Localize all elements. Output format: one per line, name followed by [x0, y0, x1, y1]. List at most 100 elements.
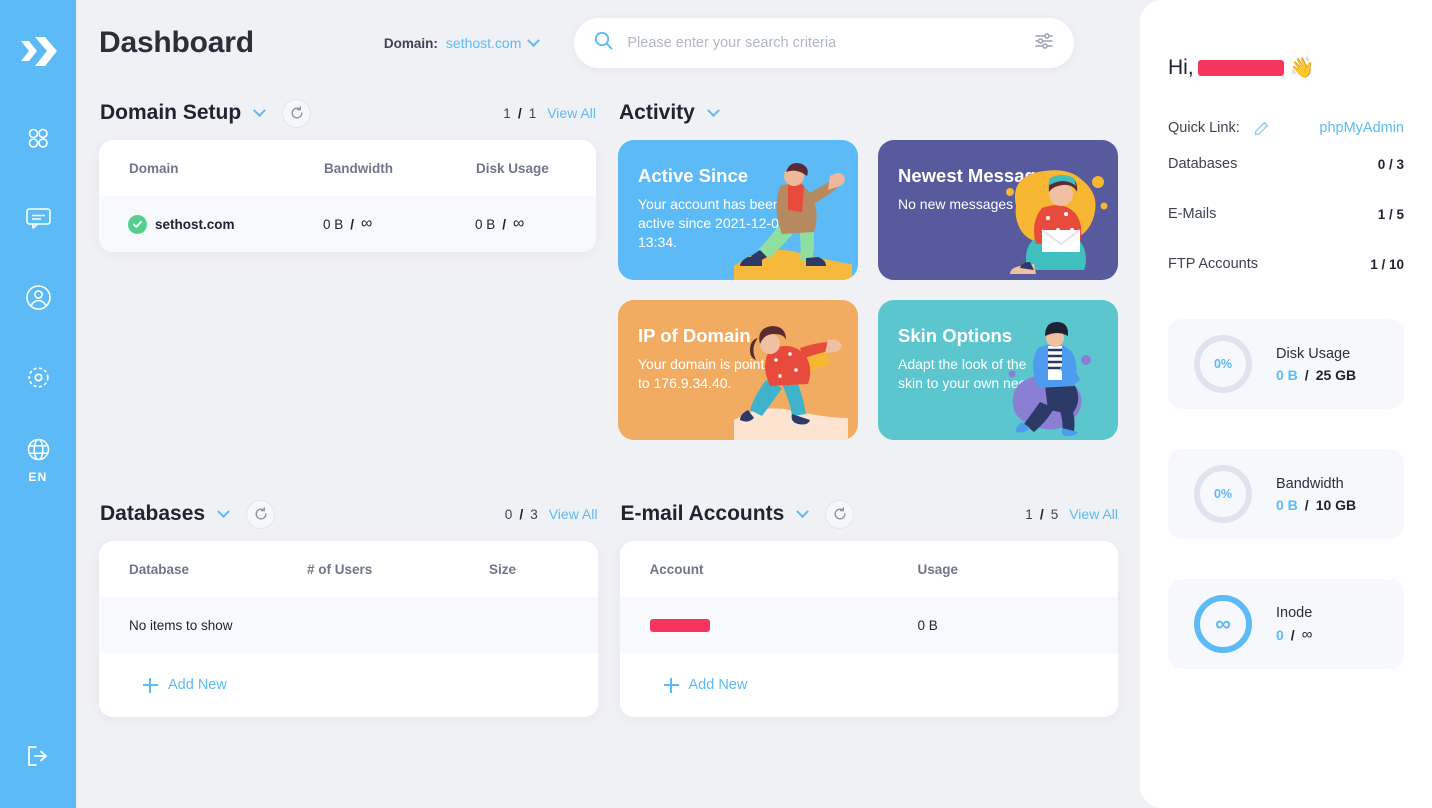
email-accounts-view-all[interactable]: View All [1069, 506, 1118, 522]
sliders-icon[interactable] [1034, 31, 1054, 56]
plus-icon [663, 677, 679, 693]
column-header-users: # of Users [307, 561, 373, 577]
ring-percent: 0% [1213, 487, 1233, 501]
databases-header: Databases 0 / 3 View All [99, 487, 598, 541]
chevron-down-icon[interactable] [253, 103, 267, 117]
bandwidth-total: ∞ [361, 215, 373, 232]
domain-setup-section: Domain Setup 1 / 1 View All Domain Bandw… [99, 86, 596, 440]
domain-setup-table: Domain Bandwidth Disk Usage sethost.com [99, 140, 596, 252]
grid-apps-icon [25, 125, 51, 156]
disk-total: ∞ [513, 215, 525, 232]
counter-current: 0 [504, 506, 513, 522]
row-disk-usage: 0 B / ∞ [475, 216, 524, 232]
counter-total: 5 [1050, 506, 1059, 522]
stat-row-emails: E-Mails 1 / 5 [1168, 189, 1404, 239]
refresh-icon[interactable] [825, 499, 855, 529]
domain-value[interactable]: sethost.com [446, 35, 521, 51]
column-header-domain: Domain [129, 160, 179, 176]
email-accounts-section: E-mail Accounts 1 / 5 View All Account U… [619, 487, 1119, 717]
search-icon [594, 31, 613, 55]
disk-separator: / [502, 216, 507, 232]
sidebar-item-language[interactable]: EN [13, 438, 63, 484]
row-usage: 0 B [917, 617, 938, 633]
chevron-down-icon[interactable] [527, 33, 541, 47]
table-header-row: Account Usage [620, 541, 1119, 597]
refresh-icon[interactable] [282, 98, 312, 128]
sidebar-item-settings[interactable] [13, 358, 63, 402]
activity-header: Activity [618, 86, 1118, 140]
refresh-icon[interactable] [246, 499, 276, 529]
usage-text-group: Disk Usage 0 B / 25 GB [1276, 346, 1356, 383]
usage-card-disk-usage[interactable]: 0% Disk Usage 0 B / 25 GB [1168, 319, 1404, 409]
bandwidth-separator: / [350, 216, 355, 232]
activity-card-active-since[interactable]: Active Since Your account has been activ… [618, 140, 858, 280]
runner-illustration [734, 163, 852, 280]
logout-icon [25, 744, 51, 773]
domain-label: Domain: [383, 35, 438, 51]
activity-card-skin-options[interactable]: Skin Options Adapt the look of the skin … [878, 300, 1118, 440]
column-header-size: Size [489, 561, 517, 577]
sidebar-item-logout[interactable] [13, 736, 63, 780]
activity-card-newest-message[interactable]: Newest Message No new messages [878, 140, 1118, 280]
usage-card-inode[interactable]: ∞ Inode 0 / ∞ [1168, 579, 1404, 669]
counter-separator: / [1039, 506, 1044, 522]
activity-cards: Active Since Your account has been activ… [618, 140, 1118, 440]
chevron-down-icon[interactable] [796, 504, 810, 518]
chevron-down-icon[interactable] [217, 504, 230, 518]
quick-link-label: Quick Link: [1168, 120, 1240, 136]
counter-total: 3 [530, 506, 538, 522]
databases-table: Database # of Users Size No items to sho… [99, 541, 598, 717]
usage-card-bandwidth[interactable]: 0% Bandwidth 0 B / 10 GB [1168, 449, 1404, 539]
search-input[interactable] [627, 35, 1035, 51]
stat-value: 0 / 3 [1377, 156, 1404, 172]
databases-view-all[interactable]: View All [549, 506, 598, 522]
check-circle-icon [128, 214, 147, 234]
usage-total: 25 GB [1315, 366, 1357, 383]
sidebar-item-messages[interactable] [13, 198, 63, 242]
activity-card-ip-of-domain[interactable]: IP of Domain Your domain is pointing to … [618, 300, 858, 440]
usage-used: 0 B [1276, 366, 1298, 383]
redacted-user-name [1197, 59, 1284, 76]
table-row[interactable]: 0 B [619, 597, 1118, 653]
search-bar[interactable] [574, 18, 1075, 68]
greeting: Hi, 👋 [1168, 55, 1404, 80]
usage-label: Disk Usage [1276, 345, 1351, 362]
databases-counter: 0 / 3 View All [505, 506, 598, 522]
chevron-down-icon[interactable] [706, 103, 720, 117]
column-header-usage: Usage [917, 561, 959, 577]
stat-label: FTP Accounts [1168, 256, 1258, 272]
bandwidth-progress-ring: 0% [1194, 465, 1252, 523]
activity-title: Activity [619, 101, 695, 124]
add-new-email-button[interactable]: Add New [619, 653, 1118, 717]
usage-label: Bandwidth [1276, 475, 1344, 492]
activity-section: Activity Active Since Your account has b… [618, 86, 1118, 440]
counter-total: 1 [528, 105, 537, 121]
kneeling-woman-illustration [734, 326, 848, 440]
quick-link-value[interactable]: phpMyAdmin [1319, 120, 1404, 136]
domain-setup-title: Domain Setup [100, 101, 242, 124]
quick-link-row: Quick Link: phpMyAdmin [1168, 117, 1404, 139]
add-new-database-button[interactable]: Add New [99, 653, 598, 717]
pencil-icon[interactable] [1254, 121, 1269, 136]
usage-text-group: Inode 0 / ∞ [1276, 605, 1312, 643]
table-row[interactable]: sethost.com 0 B / ∞ 0 B / ∞ [99, 196, 596, 252]
column-header-database: Database [129, 561, 190, 577]
sidebar-item-apps[interactable] [13, 118, 63, 162]
standing-man-illustration [1008, 322, 1091, 436]
gear-icon [25, 364, 52, 396]
column-header-account: Account [649, 561, 704, 577]
infinity-icon: ∞ [1215, 611, 1231, 636]
column-header-disk-usage: Disk Usage [476, 160, 549, 176]
usage-separator: / [1290, 626, 1295, 643]
right-panel: Hi, 👋 Quick Link: phpMyAdmin Databases 0… [1140, 0, 1432, 808]
databases-title: Databases [100, 502, 206, 525]
sidebar-item-account[interactable] [13, 278, 63, 322]
email-accounts-header: E-mail Accounts 1 / 5 View All [620, 487, 1118, 541]
redacted-account-name [649, 618, 710, 632]
sidebar-nav-items: EN [0, 118, 76, 484]
domain-setup-view-all[interactable]: View All [547, 105, 596, 121]
double-chevron-logo[interactable] [16, 32, 60, 72]
usage-total: 10 GB [1315, 496, 1357, 513]
domain-selector[interactable]: Domain: sethost.com [383, 33, 541, 51]
counter-separator: / [519, 506, 524, 522]
